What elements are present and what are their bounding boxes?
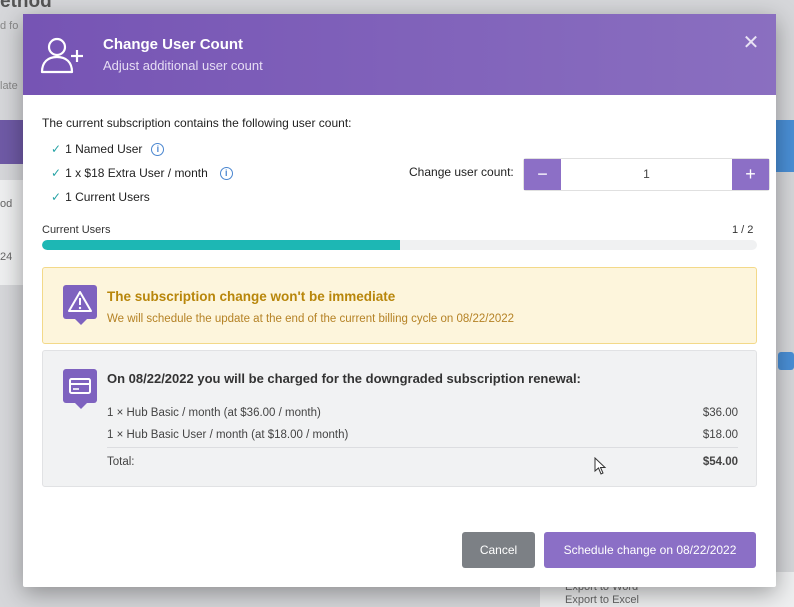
current-users-label: Current Users xyxy=(42,224,111,236)
warning-text: We will schedule the update at the end o… xyxy=(107,313,515,325)
increment-button[interactable]: + xyxy=(732,159,769,190)
warning-banner: The subscription change won't be immedia… xyxy=(42,267,757,344)
modal-header: Change User Count Adjust additional user… xyxy=(23,14,776,95)
background-chip xyxy=(778,352,794,370)
close-icon[interactable]: ✕ xyxy=(739,32,763,56)
charge-line-amount: $18.00 xyxy=(702,429,738,441)
warning-badge xyxy=(63,285,97,325)
background-cell: od xyxy=(0,198,13,210)
add-user-icon xyxy=(40,37,83,74)
charge-line-desc: 1 × Hub Basic / month (at $36.00 / month… xyxy=(107,407,321,419)
checkmark-icon: ✓ xyxy=(51,190,62,204)
current-users-progress-fill xyxy=(42,240,400,250)
charge-line-item: 1 × Hub Basic User / month (at $18.00 / … xyxy=(107,429,738,441)
user-count-item-label: 1 Named User xyxy=(65,142,143,156)
change-user-count-modal: Change User Count Adjust additional user… xyxy=(23,14,776,587)
charge-total-row: Total: $54.00 xyxy=(107,456,738,468)
background-subtitle: d fo xyxy=(0,20,19,32)
user-count-item-label: 1 x $18 Extra User / month xyxy=(65,166,208,180)
current-users-progress xyxy=(42,240,757,250)
subscription-intro: The current subscription contains the fo… xyxy=(42,116,352,130)
user-count-item: ✓ 1 x $18 Extra User / month i xyxy=(51,166,233,180)
schedule-change-button[interactable]: Schedule change on 08/22/2022 xyxy=(544,532,756,568)
background-header-bar xyxy=(0,120,24,164)
modal-title: Change User Count xyxy=(103,36,244,53)
mouse-pointer-icon xyxy=(594,457,607,475)
user-count-item: ✓ 1 Named User i xyxy=(51,142,165,156)
change-user-count-label: Change user count: xyxy=(409,165,514,179)
info-icon[interactable]: i xyxy=(151,142,165,156)
total-divider xyxy=(107,447,738,448)
charge-line-amount: $36.00 xyxy=(702,407,738,419)
charge-line-item: 1 × Hub Basic / month (at $36.00 / month… xyxy=(107,407,738,419)
charge-line-desc: 1 × Hub Basic User / month (at $18.00 / … xyxy=(107,429,349,441)
charge-title: On 08/22/2022 you will be charged for th… xyxy=(107,371,581,386)
checkmark-icon: ✓ xyxy=(51,142,62,156)
background-cell: 24 xyxy=(0,251,13,263)
modal-subtitle: Adjust additional user count xyxy=(103,58,263,73)
background-update-label: late xyxy=(0,80,18,92)
checkmark-icon: ✓ xyxy=(51,166,62,180)
current-users-count: 1 / 2 xyxy=(732,224,754,236)
warning-title: The subscription change won't be immedia… xyxy=(107,289,396,304)
user-count-item: ✓ 1 Current Users xyxy=(51,190,150,204)
background-table-row xyxy=(0,180,24,285)
user-count-input[interactable] xyxy=(561,159,732,190)
background-title: ethod xyxy=(0,0,52,12)
user-count-item-label: 1 Current Users xyxy=(65,190,150,204)
warning-triangle-icon xyxy=(68,291,92,312)
user-count-stepper: − + xyxy=(523,158,770,191)
total-label: Total: xyxy=(107,456,135,468)
background-blue-bar xyxy=(776,120,794,172)
billing-badge xyxy=(63,369,97,409)
decrement-button[interactable]: − xyxy=(524,159,561,190)
info-icon[interactable]: i xyxy=(219,166,233,180)
cancel-button[interactable]: Cancel xyxy=(462,532,535,568)
export-excel-item: Export to Excel xyxy=(565,594,639,606)
credit-card-icon xyxy=(69,378,91,394)
total-amount: $54.00 xyxy=(702,456,738,468)
charge-summary: On 08/22/2022 you will be charged for th… xyxy=(42,350,757,487)
